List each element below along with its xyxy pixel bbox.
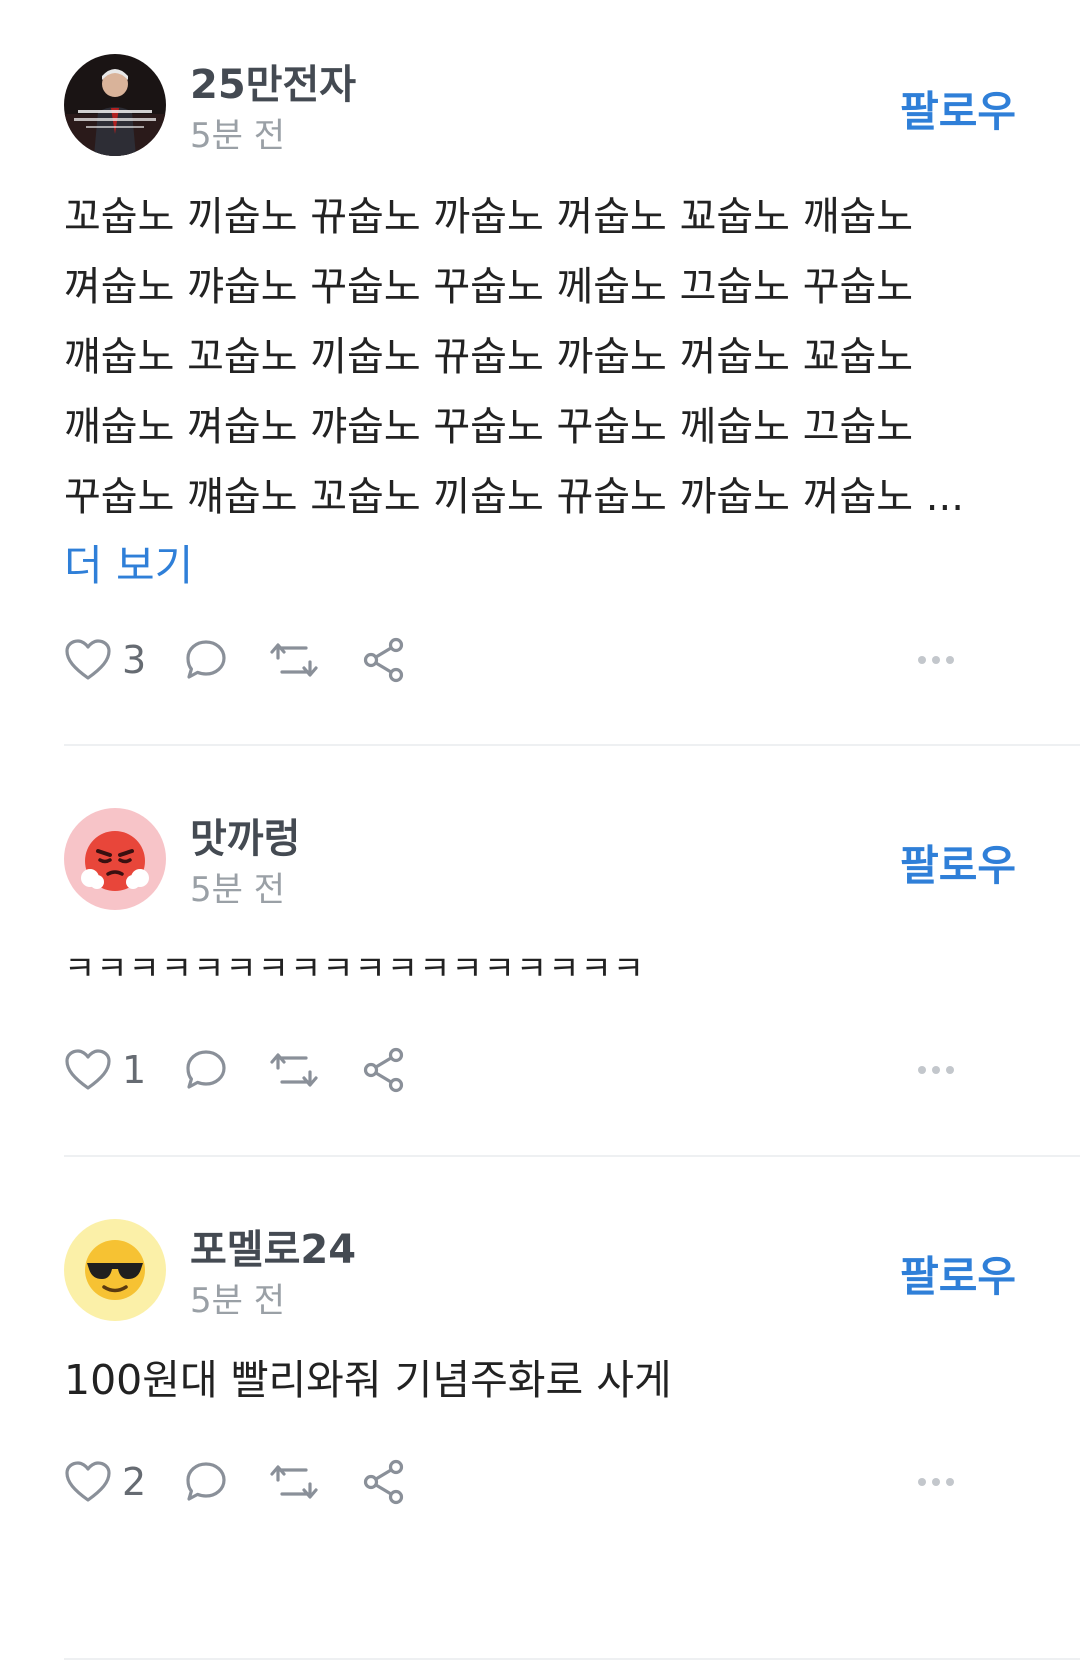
repost-icon: [270, 643, 318, 677]
post-card: 맛까렁 5분 전 팔로우 ㅋㅋㅋㅋㅋㅋㅋㅋㅋㅋㅋㅋㅋㅋㅋㅋㅋㅋ 1: [0, 746, 1080, 1156]
see-more-link[interactable]: 더 보기: [64, 532, 193, 593]
comment-icon: [186, 1050, 226, 1089]
ellipsis-icon: [918, 1478, 954, 1486]
ellipsis-icon: [918, 1066, 954, 1074]
post-card: 25만전자 5분 전 팔로우 꼬숩노 끼숩노 뀨숩노 까숩노 꺼숩노 꾜숩노 깨…: [0, 0, 1080, 745]
repost-button[interactable]: [268, 1042, 320, 1098]
username[interactable]: 25만전자: [190, 52, 356, 110]
like-count: 2: [122, 1460, 147, 1504]
like-count: 3: [122, 638, 147, 682]
more-options-button[interactable]: [916, 632, 956, 688]
post-actions: 2: [64, 1454, 1016, 1510]
sunglasses-face-icon: [64, 1219, 166, 1321]
follow-button[interactable]: 팔로우: [900, 78, 1016, 139]
comment-button[interactable]: [184, 1042, 228, 1098]
comment-icon: [186, 1462, 226, 1501]
post-actions: 3: [64, 632, 1016, 688]
username[interactable]: 맛까렁: [190, 806, 300, 864]
post-card: 포멜로24 5분 전 팔로우 100원대 빨리와줘 기념주화로 사게 2: [0, 1157, 1080, 1662]
heart-icon: [65, 639, 111, 680]
heart-icon: [65, 1461, 111, 1502]
comment-icon: [186, 640, 226, 679]
avatar[interactable]: [64, 54, 166, 156]
post-content: 100원대 빨리와줘 기념주화로 사게: [64, 1356, 672, 1404]
username[interactable]: 포멜로24: [190, 1217, 356, 1275]
like-button[interactable]: 3: [64, 632, 146, 688]
like-button[interactable]: 2: [64, 1454, 146, 1510]
like-button[interactable]: 1: [64, 1042, 146, 1098]
share-button[interactable]: [362, 1454, 406, 1510]
comment-button[interactable]: [184, 1454, 228, 1510]
follow-button[interactable]: 팔로우: [900, 832, 1016, 893]
post-time: 5분 전: [190, 870, 285, 910]
follow-button[interactable]: 팔로우: [900, 1243, 1016, 1304]
ellipsis-icon: [918, 656, 954, 664]
share-button[interactable]: [362, 632, 406, 688]
post-time: 5분 전: [190, 1281, 285, 1321]
share-button[interactable]: [362, 1042, 406, 1098]
repost-button[interactable]: [268, 632, 320, 688]
share-icon: [363, 637, 404, 683]
avatar[interactable]: [64, 1219, 166, 1321]
more-options-button[interactable]: [916, 1042, 956, 1098]
repost-button[interactable]: [268, 1454, 320, 1510]
avatar[interactable]: [64, 808, 166, 910]
angry-face-icon: [64, 808, 166, 910]
divider: [64, 1658, 1080, 1660]
share-icon: [363, 1459, 404, 1505]
like-count: 1: [122, 1048, 147, 1092]
post-content: ㅋㅋㅋㅋㅋㅋㅋㅋㅋㅋㅋㅋㅋㅋㅋㅋㅋㅋ: [64, 949, 646, 989]
repost-icon: [270, 1465, 318, 1499]
post-actions: 1: [64, 1042, 1016, 1098]
portrait-photo-icon: [64, 54, 166, 156]
share-icon: [363, 1047, 404, 1093]
heart-icon: [65, 1049, 111, 1090]
repost-icon: [270, 1053, 318, 1087]
comment-button[interactable]: [184, 632, 228, 688]
more-options-button[interactable]: [916, 1454, 956, 1510]
post-time: 5분 전: [190, 116, 285, 156]
post-content: 꼬숩노 끼숩노 뀨숩노 까숩노 꺼숩노 꾜숩노 깨숩노 껴숩노 꺄숩노 꾸숩노 …: [64, 194, 964, 520]
